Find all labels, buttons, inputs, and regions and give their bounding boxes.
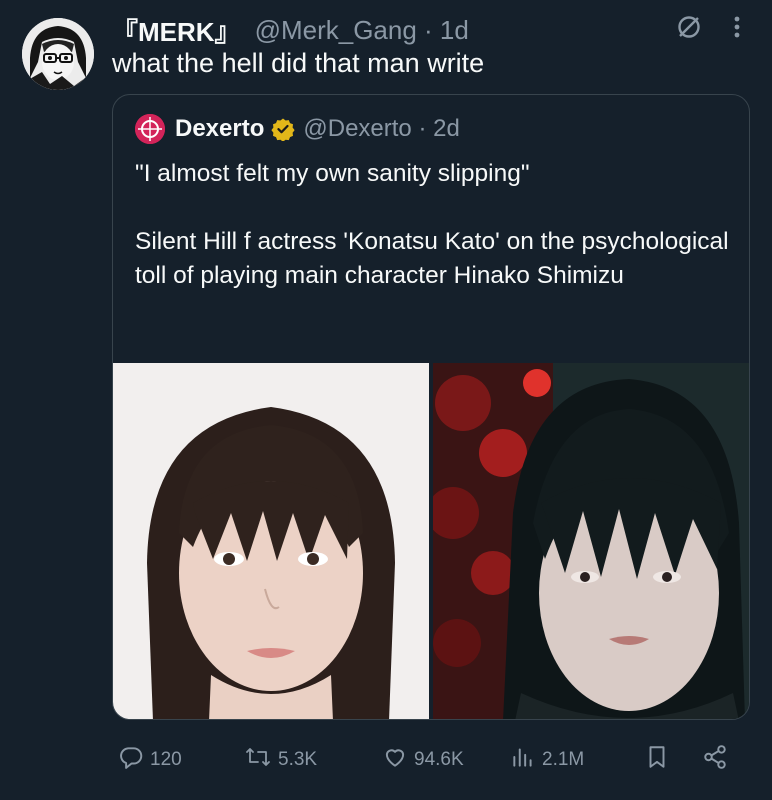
media-image-character-render[interactable] [433,363,749,719]
share-button[interactable] [702,742,734,778]
views-button[interactable]: 2.1M [510,742,584,778]
quoted-tweet[interactable]: Dexerto @Dexerto · 2d "I almost felt my … [112,94,750,720]
grok-icon[interactable] [676,14,702,45]
bookmark-button[interactable] [644,742,676,778]
quoted-display-name[interactable]: Dexerto [175,115,264,143]
views-count: 2.1M [542,749,585,770]
quoted-handle[interactable]: @Dexerto [303,115,411,142]
quoted-text-line1: "I almost felt my own sanity slipping" [135,160,530,187]
action-bar: 120 5.3K 94.6K 2.1M [112,742,750,778]
quoted-media [113,363,749,719]
share-icon [702,744,734,776]
reply-count: 120 [150,749,182,770]
analytics-icon [510,744,542,776]
media-image-photo[interactable] [113,363,429,719]
header-icons [676,14,742,45]
author-avatar[interactable] [22,18,94,90]
tweet-text: what the hell did that man write [112,48,485,78]
author-display-name[interactable]: 『MERK』 [112,12,241,49]
heart-icon [382,744,414,776]
like-button[interactable]: 94.6K [382,742,464,778]
verified-badge-icon [271,117,295,141]
retweet-button[interactable]: 5.3K [244,742,317,778]
reply-icon [118,744,150,776]
quoted-header: Dexerto @Dexerto · 2d [135,113,460,145]
tweet-timestamp[interactable]: · 1d [424,15,469,45]
retweet-count: 5.3K [278,749,318,770]
quoted-text: "I almost felt my own sanity slipping" S… [135,157,735,293]
quoted-timestamp[interactable]: · 2d [418,115,459,142]
author-handle[interactable]: @Merk_Gang · 1d [255,15,469,46]
quoted-handle-group[interactable]: @Dexerto · 2d [303,115,459,143]
retweet-icon [244,744,278,776]
quoted-avatar[interactable] [135,114,165,144]
tweet-header: 『MERK』 @Merk_Gang · 1d [112,12,742,48]
bookmark-icon [644,744,676,776]
reply-button[interactable]: 120 [118,742,182,778]
more-icon[interactable] [732,14,742,45]
author-handle-text[interactable]: @Merk_Gang [255,15,417,45]
like-count: 94.6K [414,749,464,770]
quoted-text-line2: Silent Hill f actress 'Konatsu Kato' on … [135,228,729,289]
